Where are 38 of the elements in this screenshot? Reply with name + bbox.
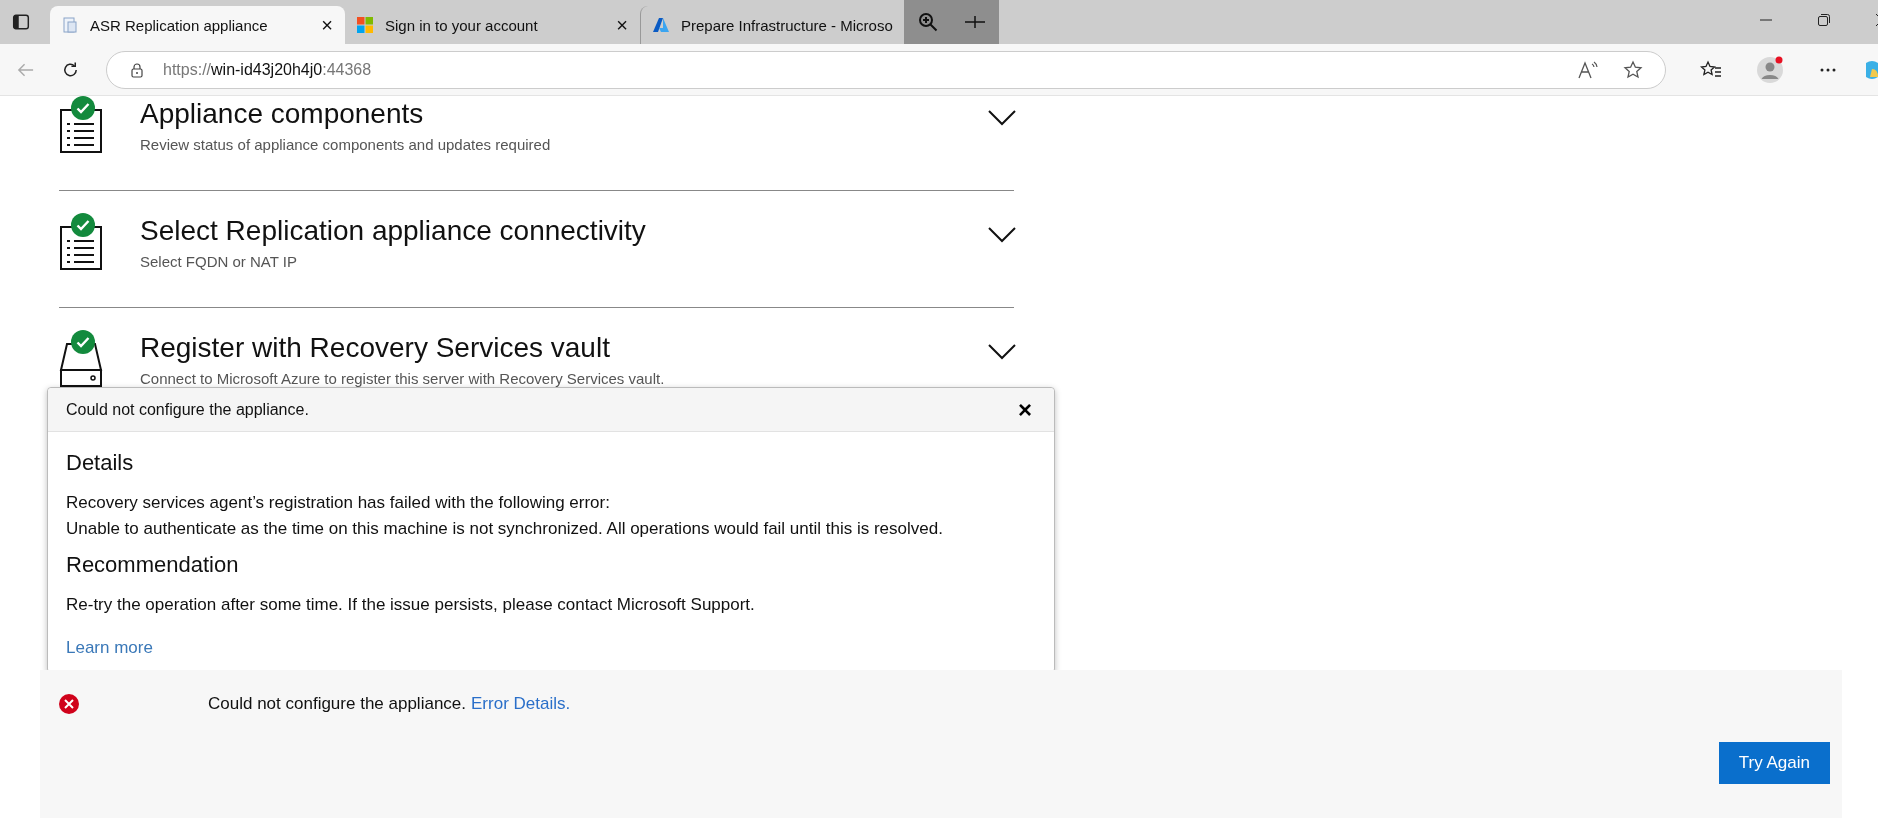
tab-actions-icon[interactable]	[12, 13, 30, 31]
section-description: Review status of appliance components and updates required	[140, 136, 552, 153]
close-tab-button[interactable]: ×	[321, 13, 333, 37]
lock-icon	[129, 61, 145, 78]
address-bar[interactable]: https://win-id43j20h4j0:44368	[106, 50, 1666, 89]
status-message: Could not configure the appliance.	[208, 694, 466, 714]
a-logo-icon	[653, 17, 669, 33]
error-icon	[59, 694, 79, 714]
browser-tab[interactable]: Sign in to your account ×	[345, 6, 640, 44]
four-squares-icon	[357, 17, 373, 33]
close-tab-button[interactable]: ×	[616, 13, 628, 37]
section-title: Appliance components	[140, 98, 425, 130]
url-text: https://win-id43j20h4j0:44368	[163, 60, 372, 79]
section-description: Connect to Microsoft Azure to register this server with Recovery Services vault.	[140, 370, 666, 387]
chevron-down-icon[interactable]	[988, 110, 1016, 126]
error-detail-text: Unable to authenticate as the time on this machine is not synchronized. All operations would fail until this is resolved.	[66, 518, 944, 540]
try-again-button[interactable]: Try Again	[1718, 742, 1830, 784]
learn-more-link[interactable]: Learn more	[66, 638, 153, 658]
chevron-down-icon[interactable]	[988, 344, 1016, 360]
chevron-down-icon[interactable]	[988, 227, 1016, 243]
document-icon	[62, 17, 78, 33]
details-heading: Details	[66, 450, 135, 476]
recommendation-text: Re-try the operation after some time. If the issue persists, please contact Microsoft Support.	[66, 594, 756, 616]
star-icon[interactable]	[1623, 59, 1643, 80]
section-description: Select FQDN or NAT IP	[140, 253, 298, 270]
close-button[interactable]: ×	[1014, 397, 1036, 422]
error-details-link[interactable]: Error Details.	[471, 694, 571, 714]
popover-title: Could not configure the appliance.	[66, 400, 310, 419]
recommendation-heading: Recommendation	[66, 552, 240, 578]
zoom-in-icon[interactable]	[917, 12, 938, 32]
browser-tab[interactable]: ASR Replication appliance ×	[50, 6, 345, 44]
section-title: Register with Recovery Services vault	[140, 332, 611, 364]
profile-avatar-icon[interactable]	[1756, 55, 1784, 84]
favorites-icon[interactable]	[1700, 59, 1722, 80]
section-title: Select Replication appliance connectivity	[140, 215, 647, 247]
error-detail-text: Recovery services agent’s registration has failed with the following error:	[66, 492, 611, 514]
read-aloud-icon[interactable]	[1577, 59, 1599, 80]
restore-icon[interactable]	[1818, 14, 1830, 26]
